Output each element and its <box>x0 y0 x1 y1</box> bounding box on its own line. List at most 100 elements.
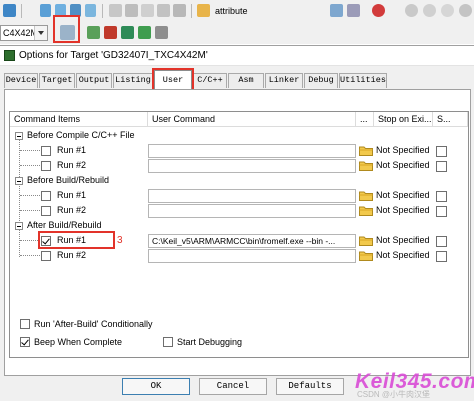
incremental-find-icon[interactable] <box>347 4 360 17</box>
column-header-user-command[interactable]: User Command <box>148 112 356 127</box>
folder-icon[interactable] <box>359 145 373 156</box>
dialog-title: Options for Target 'GD32407I_TXC4X42M' <box>19 50 208 61</box>
find-icon[interactable] <box>173 4 186 17</box>
stop-on-exit-value[interactable]: Not Specified <box>376 248 432 263</box>
folder-icon[interactable] <box>359 160 373 171</box>
toolbar-row-2: C4X42M <box>0 15 474 44</box>
kill-breakpoints-icon[interactable] <box>459 4 472 17</box>
stop-on-exit-value[interactable]: Not Specified <box>376 203 432 218</box>
select-packs-icon[interactable] <box>121 26 134 39</box>
stop-on-exit-value[interactable]: Not Specified <box>376 188 432 203</box>
tab-listing[interactable]: Listing <box>113 73 153 88</box>
disable-breakpoint-icon[interactable] <box>441 4 454 17</box>
command-row[interactable]: Run #2 Not Specified <box>10 203 468 218</box>
stop-on-exit-value[interactable]: Not Specified <box>376 233 432 248</box>
s-checkbox[interactable] <box>436 206 447 217</box>
run-checkbox[interactable] <box>41 146 51 156</box>
beep-when-complete-checkbox[interactable] <box>20 337 30 347</box>
tab-device[interactable]: Device <box>4 73 38 88</box>
tab-output[interactable]: Output <box>76 73 112 88</box>
user-command-field[interactable] <box>148 189 356 203</box>
s-checkbox[interactable] <box>436 236 447 247</box>
tab-user[interactable]: User <box>154 70 192 89</box>
group-label: Before Compile C/C++ File <box>27 130 135 140</box>
options-for-target-highlight <box>53 15 80 43</box>
breakpoint-icon[interactable] <box>405 4 418 17</box>
tree-line <box>20 195 40 196</box>
toolbar-separator <box>21 4 22 18</box>
run-to-cursor-icon[interactable] <box>85 4 96 17</box>
collapse-toggle-icon[interactable] <box>15 132 23 140</box>
collapse-toggle-icon[interactable] <box>15 177 23 185</box>
tree-line <box>20 210 40 211</box>
group-row[interactable]: Before Compile C/C++ File <box>10 128 468 143</box>
csdn-watermark: CSDN @小牛肉汉堡 <box>357 390 431 399</box>
group-row[interactable]: Before Build/Rebuild <box>10 173 468 188</box>
folder-icon[interactable] <box>359 235 373 246</box>
s-checkbox[interactable] <box>436 191 447 202</box>
indent-icon[interactable] <box>109 4 122 17</box>
beep-when-complete-label: Beep When Complete <box>34 337 123 347</box>
command-row[interactable]: Run #1 Not Specified <box>10 188 468 203</box>
target-combo[interactable]: C4X42M <box>0 25 48 41</box>
command-row[interactable]: Run #1 Not Specified <box>10 143 468 158</box>
enable-breakpoint-icon[interactable] <box>423 4 436 17</box>
software-packs-icon[interactable] <box>138 26 151 39</box>
user-command-field[interactable] <box>148 159 356 173</box>
tab-asm[interactable]: Asm <box>228 73 264 88</box>
run-checkbox[interactable] <box>41 251 51 261</box>
tab-c-cpp[interactable]: C/C++ <box>193 73 227 88</box>
collapse-toggle-icon[interactable] <box>15 222 23 230</box>
folder-icon[interactable] <box>359 190 373 201</box>
toolbar-separator <box>191 4 192 18</box>
user-command-field[interactable] <box>148 249 356 263</box>
start-debugging-checkbox[interactable] <box>163 337 173 347</box>
manage-components-icon[interactable] <box>87 26 100 39</box>
run-checkbox[interactable] <box>41 161 51 171</box>
load-icon[interactable] <box>3 4 16 17</box>
command-row[interactable]: Run #2 Not Specified <box>10 248 468 263</box>
comment-icon[interactable] <box>141 4 154 17</box>
s-checkbox[interactable] <box>436 146 447 157</box>
tab-target[interactable]: Target <box>39 73 75 88</box>
tab-utilities[interactable]: Utilities <box>339 73 387 88</box>
debug-session-icon[interactable] <box>372 4 385 17</box>
run-label: Run #2 <box>57 250 87 260</box>
pack-installer-icon[interactable] <box>104 26 117 39</box>
cancel-button[interactable]: Cancel <box>199 378 267 395</box>
command-row[interactable]: Run #2 Not Specified <box>10 158 468 173</box>
column-header-stop-on-exit[interactable]: Stop on Exi... <box>374 112 433 127</box>
column-header-browse[interactable]: ... <box>356 112 374 127</box>
ide-toolbar: attribute C4X42M <box>0 0 474 44</box>
tab-linker[interactable]: Linker <box>265 73 303 88</box>
chevron-down-icon[interactable] <box>34 26 47 40</box>
user-command-field[interactable] <box>148 144 356 158</box>
s-checkbox[interactable] <box>436 161 447 172</box>
user-command-field[interactable]: C:\Keil_v5\ARM\ARMCC\bin\fromelf.exe --b… <box>148 234 356 248</box>
run-label: Run #1 <box>57 190 87 200</box>
event-recorder-icon[interactable] <box>155 26 168 39</box>
uncomment-icon[interactable] <box>157 4 170 17</box>
dialog-titlebar: Options for Target 'GD32407I_TXC4X42M' <box>0 46 474 66</box>
defaults-button[interactable]: Defaults <box>276 378 344 395</box>
run-checkbox[interactable] <box>41 191 51 201</box>
config-wizard-icon[interactable] <box>197 4 210 17</box>
toolbar-separator <box>102 4 103 18</box>
column-header-command-items[interactable]: Command Items <box>10 112 148 127</box>
tab-debug[interactable]: Debug <box>304 73 338 88</box>
s-checkbox[interactable] <box>436 251 447 262</box>
stop-on-exit-value[interactable]: Not Specified <box>376 143 432 158</box>
find-in-files-icon[interactable] <box>330 4 343 17</box>
column-header-s[interactable]: S... <box>433 112 468 127</box>
run-checkbox[interactable] <box>41 206 51 216</box>
folder-icon[interactable] <box>359 250 373 261</box>
step-icon[interactable] <box>40 4 51 17</box>
search-combo-value[interactable]: attribute <box>215 4 248 18</box>
user-command-field[interactable] <box>148 204 356 218</box>
ok-button[interactable]: OK <box>122 378 190 395</box>
folder-icon[interactable] <box>359 205 373 216</box>
run-label: Run #2 <box>57 160 87 170</box>
outdent-icon[interactable] <box>125 4 138 17</box>
stop-on-exit-value[interactable]: Not Specified <box>376 158 432 173</box>
run-after-build-conditionally-checkbox[interactable] <box>20 319 30 329</box>
